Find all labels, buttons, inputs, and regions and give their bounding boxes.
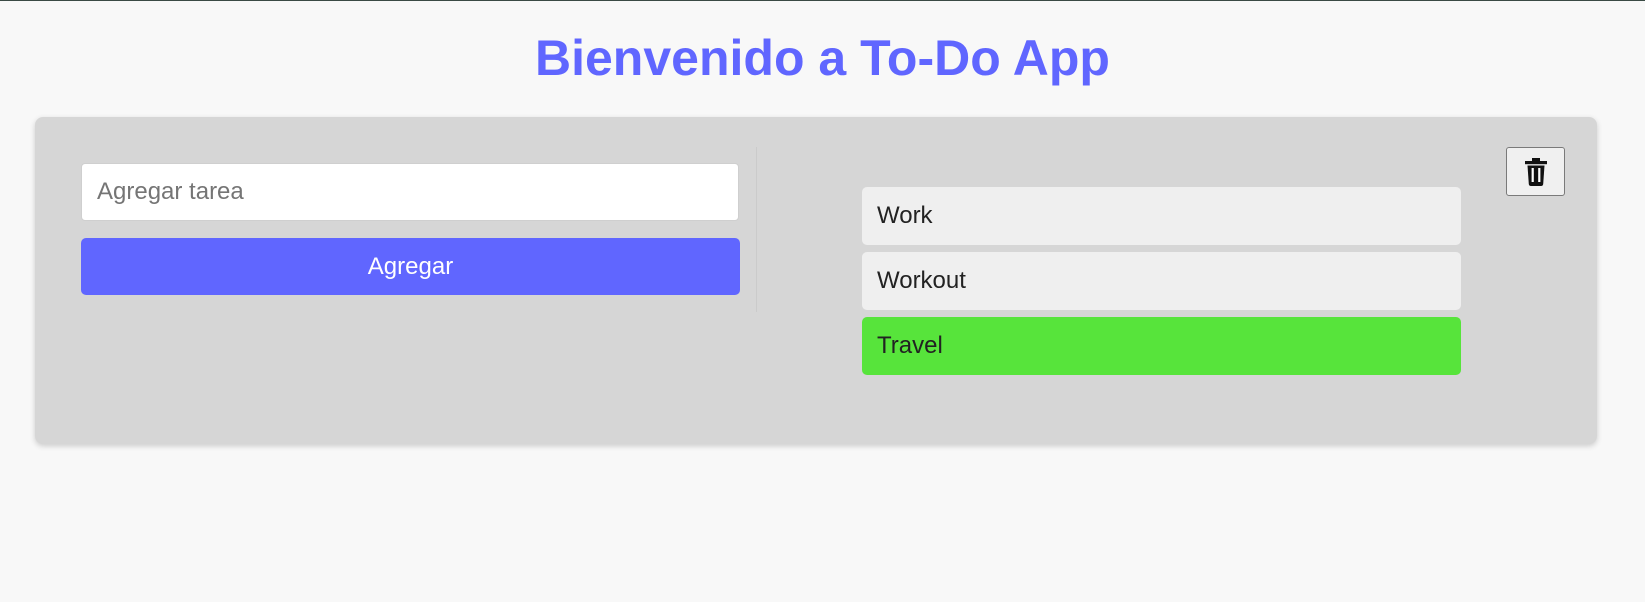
trash-icon xyxy=(1524,157,1548,186)
task-item[interactable]: Travel xyxy=(862,317,1461,375)
column-divider xyxy=(756,147,757,312)
task-label: Workout xyxy=(877,267,966,294)
task-label: Travel xyxy=(877,332,943,359)
delete-tasks-button[interactable] xyxy=(1506,147,1565,196)
task-label: Work xyxy=(877,202,933,229)
todo-panel: Agregar Work Workout Travel xyxy=(35,117,1597,444)
task-item[interactable]: Workout xyxy=(862,252,1461,310)
page-title: Bienvenido a To-Do App xyxy=(535,30,1110,86)
task-item[interactable]: Work xyxy=(862,187,1461,245)
task-input[interactable] xyxy=(81,163,739,221)
task-list: Work Workout Travel xyxy=(862,187,1461,382)
add-task-button[interactable]: Agregar xyxy=(81,238,740,295)
